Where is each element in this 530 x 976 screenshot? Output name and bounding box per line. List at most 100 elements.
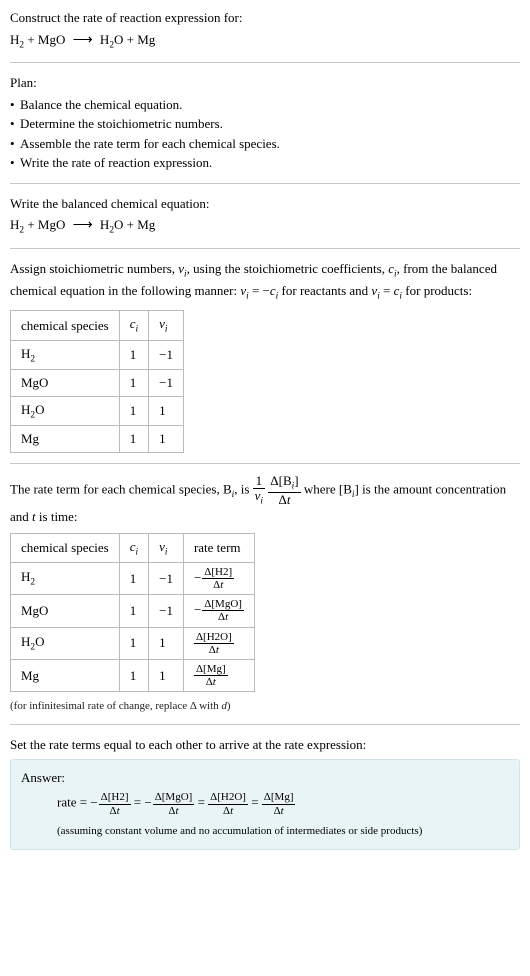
rate-term-table: chemical species ci νi rate term H2 1 −1… [10, 533, 255, 692]
frac-den: Δt [194, 676, 228, 688]
answer-note: (assuming constant volume and no accumul… [57, 823, 509, 840]
plan-section: Plan: •Balance the chemical equation. •D… [10, 73, 520, 173]
divider [10, 463, 520, 464]
cell-species: H2 [11, 340, 120, 370]
arrow-icon: ⟶ [73, 30, 93, 51]
fraction: 1νi [253, 474, 265, 507]
frac-den: Δt [202, 579, 234, 591]
fraction: Δ[H2O]Δt [208, 791, 248, 816]
cell-rate: −Δ[H2]Δt [183, 563, 254, 595]
col-nui: νi [149, 311, 184, 341]
eq-products: H2O + Mg [100, 32, 155, 47]
cell-c: 1 [119, 426, 148, 453]
plan-item-text: Write the rate of reaction expression. [20, 155, 212, 170]
table-row: H2O 1 1 Δ[H2O]Δt [11, 627, 255, 659]
answer-label: Answer: [21, 768, 509, 788]
nu-symbol: νi [240, 283, 248, 298]
cell-c: 1 [119, 563, 148, 595]
frac-num: Δ[H2] [99, 791, 131, 804]
answer-expression: rate = −Δ[H2]Δt = −Δ[MgO]Δt = Δ[H2O]Δt =… [57, 791, 509, 816]
cell-species: H2 [11, 563, 120, 595]
text: for products: [402, 283, 472, 298]
cell-nu: 1 [149, 659, 184, 691]
table-row: H2 1 −1 −Δ[H2]Δt [11, 563, 255, 595]
c-symbol: ci [388, 261, 396, 276]
prompt-text: Construct the rate of reaction expressio… [10, 8, 520, 28]
fraction: Δ[Mg]Δt [194, 663, 228, 688]
plan-item-text: Balance the chemical equation. [20, 97, 182, 112]
fraction: Δ[Bi]Δt [268, 474, 300, 507]
table-header-row: chemical species ci νi [11, 311, 184, 341]
neg-sign: − [194, 602, 201, 617]
frac-num: Δ[Mg] [194, 663, 228, 676]
col-rate: rate term [183, 533, 254, 563]
bullet-icon: • [10, 153, 20, 173]
cell-species: H2O [11, 396, 120, 426]
cell-nu: −1 [149, 340, 184, 370]
fraction: Δ[H2O]Δt [194, 631, 234, 656]
eq-h2: H2 + MgO [10, 32, 65, 47]
cell-nu: −1 [149, 595, 184, 627]
text: for reactants and [278, 283, 371, 298]
col-ci: ci [119, 311, 148, 341]
cell-rate: Δ[Mg]Δt [183, 659, 254, 691]
eq-sign: = [251, 795, 262, 810]
table-row: H21−1 [11, 340, 184, 370]
col-species: chemical species [11, 311, 120, 341]
cell-species: MgO [11, 370, 120, 397]
eq-sign: = [198, 795, 209, 810]
frac-num: Δ[MgO] [153, 791, 195, 804]
plan-title: Plan: [10, 73, 520, 93]
frac-num: Δ[H2] [202, 566, 234, 579]
cell-species: Mg [11, 426, 120, 453]
frac-den: Δt [153, 805, 195, 817]
cell-c: 1 [119, 340, 148, 370]
plan-item: •Assemble the rate term for each chemica… [10, 134, 520, 154]
balanced-title: Write the balanced chemical equation: [10, 194, 520, 214]
prompt-section: Construct the rate of reaction expressio… [10, 8, 520, 52]
plan-item-text: Assemble the rate term for each chemical… [20, 136, 280, 151]
cell-nu: 1 [149, 627, 184, 659]
nu-symbol: νi [178, 261, 186, 276]
frac-den: Δt [268, 493, 300, 507]
neg-sign: − [144, 795, 151, 810]
cell-c: 1 [119, 396, 148, 426]
cell-c: 1 [119, 659, 148, 691]
text: = − [249, 283, 270, 298]
table-row: Mg11 [11, 426, 184, 453]
arrow-icon: ⟶ [73, 215, 93, 236]
frac-num: Δ[Bi] [268, 474, 300, 493]
text: where [B [304, 481, 352, 496]
plan-item: •Balance the chemical equation. [10, 95, 520, 115]
frac-den: Δt [208, 805, 248, 817]
eq-sign: = [134, 795, 145, 810]
bullet-icon: • [10, 95, 20, 115]
plan-item-text: Determine the stoichiometric numbers. [20, 116, 223, 131]
fraction: Δ[MgO]Δt [202, 598, 244, 623]
nu-symbol: νi [371, 283, 379, 298]
frac-num: Δ[MgO] [202, 598, 244, 611]
frac-num: Δ[Mg] [262, 791, 296, 804]
fraction: Δ[H2]Δt [202, 566, 234, 591]
divider [10, 724, 520, 725]
frac-den: Δt [99, 805, 131, 817]
balanced-section: Write the balanced chemical equation: H2… [10, 194, 520, 238]
bullet-icon: • [10, 114, 20, 134]
col-species: chemical species [11, 533, 120, 563]
c-symbol: ci [394, 283, 402, 298]
neg-sign: − [194, 570, 201, 585]
final-title: Set the rate terms equal to each other t… [10, 735, 520, 755]
plan-item: •Write the rate of reaction expression. [10, 153, 520, 173]
frac-num: 1 [253, 474, 265, 489]
cell-species: Mg [11, 659, 120, 691]
bullet-icon: • [10, 134, 20, 154]
cell-c: 1 [119, 370, 148, 397]
cell-nu: 1 [149, 426, 184, 453]
table-row: MgO 1 −1 −Δ[MgO]Δt [11, 595, 255, 627]
col-nui: νi [149, 533, 184, 563]
text: is time: [36, 509, 78, 524]
plan-list: •Balance the chemical equation. •Determi… [10, 95, 520, 173]
cell-c: 1 [119, 595, 148, 627]
cell-nu: 1 [149, 396, 184, 426]
plan-item: •Determine the stoichiometric numbers. [10, 114, 520, 134]
